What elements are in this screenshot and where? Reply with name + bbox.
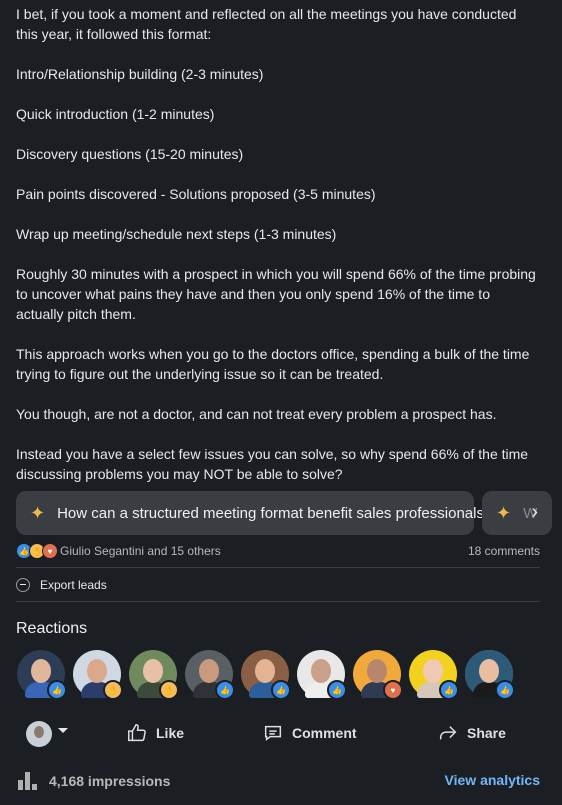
share-icon	[439, 726, 457, 740]
post-paragraph: Discovery questions (15-20 minutes)	[16, 146, 244, 162]
post-text: I bet, if you took a moment and reflecte…	[16, 0, 536, 504]
impressions-count: 4,168 impressions	[49, 773, 171, 789]
like-reaction-icon: 👍	[215, 680, 235, 700]
share-button[interactable]: Share	[437, 722, 506, 744]
reactor-avatar[interactable]: 👍	[17, 650, 67, 700]
suggestion-chip[interactable]: ✦ How can a structured meeting format be…	[16, 491, 492, 535]
export-icon	[16, 578, 30, 592]
reactor-avatar[interactable]: ✋	[73, 650, 123, 700]
like-reaction-icon: 👍	[47, 680, 67, 700]
post-paragraph: Instead you have a select few issues you…	[16, 446, 532, 482]
comment-button[interactable]: Comment	[262, 722, 357, 744]
post-paragraph: This approach works when you go to the d…	[16, 346, 534, 382]
post-paragraph: I bet, if you took a moment and reflecte…	[16, 6, 521, 42]
like-reaction-icon: 👍	[327, 680, 347, 700]
avatar-face	[143, 659, 163, 683]
sparkle-icon: ✦	[30, 502, 46, 523]
reactors-avatars: +8 👍✋✋👍👍👍♥👍👍	[17, 650, 517, 700]
post-paragraph: Intro/Relationship building (2-3 minutes…	[16, 66, 264, 82]
avatar-face	[479, 659, 499, 683]
avatar-face	[423, 659, 443, 683]
post-paragraph: Wrap up meeting/schedule next steps (1-3…	[16, 226, 337, 242]
avatar[interactable]	[26, 721, 52, 747]
reactor-avatar[interactable]: ♥	[353, 650, 403, 700]
avatar-face	[255, 659, 275, 683]
thumbs-up-icon	[128, 724, 146, 742]
post-paragraph: Quick introduction (1-2 minutes)	[16, 106, 215, 122]
sparkle-icon: ✦	[496, 502, 512, 523]
reactor-avatar[interactable]: 👍	[465, 650, 515, 700]
post-paragraph: You though, are not a doctor, and can no…	[16, 406, 497, 422]
reactor-avatar[interactable]: ✋	[129, 650, 179, 700]
comment-label: Comment	[292, 725, 357, 741]
impressions[interactable]: 4,168 impressions	[18, 772, 170, 790]
export-leads-label: Export leads	[40, 578, 107, 592]
reactor-avatar[interactable]: 👍	[409, 650, 459, 700]
analytics-footer: 4,168 impressions View analytics	[18, 768, 542, 794]
comments-count[interactable]: 18 comments	[468, 544, 540, 558]
reactor-avatar[interactable]: 👍	[185, 650, 235, 700]
support-reaction-icon: ✋	[103, 680, 123, 700]
share-label: Share	[467, 725, 506, 741]
like-reaction-icon: 👍	[271, 680, 291, 700]
reaction-icons[interactable]: 👍 ✋ ♥	[16, 543, 58, 559]
like-reaction-icon: 👍	[495, 680, 515, 700]
avatar-face	[311, 659, 331, 683]
support-reaction-icon: ✋	[159, 680, 179, 700]
chevron-right-icon[interactable]: ›	[531, 501, 538, 524]
love-reaction-icon: ♥	[383, 680, 403, 700]
reactors-names[interactable]: Giulio Segantini and 15 others	[60, 544, 221, 558]
ai-suggestions-row: ✦ How can a structured meeting format be…	[16, 491, 562, 535]
reactions-title: Reactions	[16, 620, 88, 637]
like-label: Like	[156, 725, 185, 741]
suggestion-text: How can a structured meeting format bene…	[57, 504, 493, 522]
action-bar: Like Comment Share	[0, 712, 562, 756]
divider	[16, 601, 540, 602]
divider	[16, 567, 540, 568]
avatar-face	[199, 659, 219, 683]
like-reaction-icon: 👍	[439, 680, 459, 700]
love-reaction-icon: ♥	[42, 543, 58, 559]
bar-chart-icon	[18, 772, 39, 790]
avatar-face	[367, 659, 387, 683]
like-button[interactable]: Like	[126, 722, 184, 744]
avatar-face	[87, 659, 107, 683]
view-analytics-link[interactable]: View analytics	[445, 772, 540, 788]
comment-icon	[264, 725, 282, 741]
reactor-avatar[interactable]: 👍	[297, 650, 347, 700]
suggestion-chip[interactable]: ✦ W ›	[482, 491, 552, 535]
post-paragraph: Pain points discovered - Solutions propo…	[16, 186, 376, 202]
reactor-avatar[interactable]: 👍	[241, 650, 291, 700]
post-paragraph: Roughly 30 minutes with a prospect in wh…	[16, 266, 540, 322]
avatar-face	[31, 659, 51, 683]
social-counts: 👍 ✋ ♥ Giulio Segantini and 15 others 18 …	[16, 541, 540, 561]
chevron-down-icon[interactable]	[58, 728, 68, 733]
export-leads-button[interactable]: Export leads	[16, 574, 107, 596]
